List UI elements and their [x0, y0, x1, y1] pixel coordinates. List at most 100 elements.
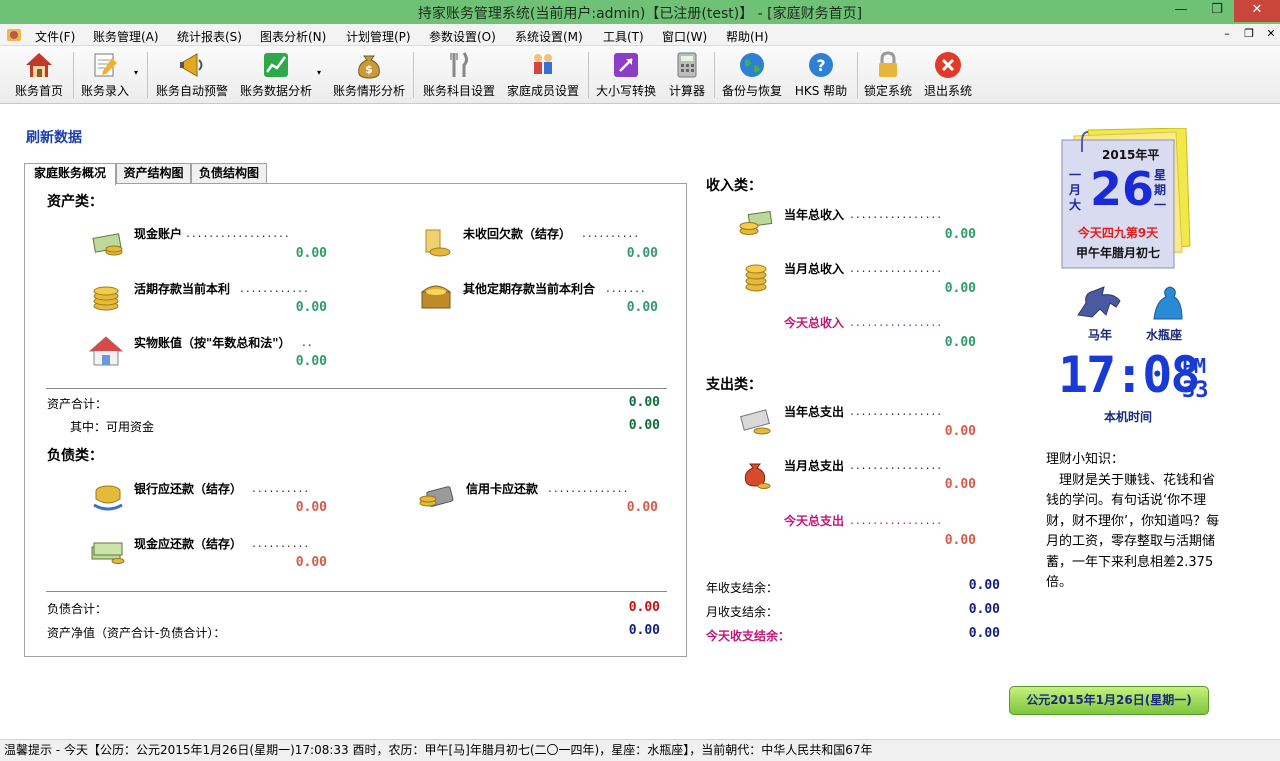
menu-window[interactable]: 窗口(W) [662, 28, 707, 45]
finance-tips: 理财小知识： 理财是关于赚钱、花钱和省钱的学问。有句话说‘你不理财，财不理你’，… [1046, 450, 1222, 594]
menu-file[interactable]: 文件(F) [35, 28, 75, 45]
leader-dots: ................ [850, 315, 944, 329]
toolbar: 账务首页 账务录入 ▾ 账务自动预警 账务数据分析 ▾ $ 账务情形分析 账务科… [0, 46, 1280, 104]
tips-title: 理财小知识： [1046, 452, 1125, 467]
leader-dots: .. [302, 335, 314, 349]
income-month-value: 0.00 [944, 281, 976, 296]
minimize-button[interactable]: — [1164, 0, 1198, 22]
notepad-pencil-icon [94, 53, 117, 77]
megaphone-icon [180, 53, 203, 77]
title-bar: 持家账务管理系统(当前用户:admin)【已注册(test)】 - [家庭财务首… [0, 0, 1280, 24]
menu-charts[interactable]: 图表分析(N) [260, 28, 326, 45]
house-property-icon [88, 336, 124, 366]
calendar-year: 2015年平 [1102, 148, 1160, 162]
date-button[interactable]: 公元2015年1月26日(星期一) [1009, 686, 1209, 715]
asset-physical-value: 0.00 [295, 354, 327, 369]
svg-text:$: $ [365, 63, 373, 76]
toolbar-family-button[interactable]: 家庭成员设置 [504, 48, 582, 102]
toolbar-data-analysis-button[interactable]: 账务数据分析 [236, 48, 316, 102]
calculator-icon [677, 52, 697, 78]
status-bar: 温馨提示 - 今天【公历：公元2015年1月26日(星期一)17:08:33 酉… [0, 739, 1280, 761]
banknotes-icon [91, 542, 125, 564]
liability-bank-value: 0.00 [295, 500, 327, 515]
entry-dropdown-arrow[interactable]: ▾ [134, 68, 142, 78]
assets-title: 资产类： [47, 194, 103, 210]
balance-month-value: 0.00 [968, 602, 1000, 617]
calendar-shujiu: 今天四九第9天 [1077, 226, 1159, 240]
restore-button[interactable]: ❐ [1200, 0, 1234, 22]
toolbar-entry-button[interactable]: 账务录入 [76, 48, 134, 102]
calendar-day: 26 [1090, 162, 1155, 216]
expense-today-label: 今天总支出 [784, 514, 845, 528]
refresh-data-link[interactable]: 刷新数据 [26, 127, 82, 147]
calendar-lunar: 甲午年腊月初七 [1075, 246, 1160, 260]
liabilities-total-value: 0.00 [628, 600, 660, 615]
toolbar-backup-button[interactable]: 备份与恢复 [719, 48, 785, 102]
toolbar-home-button[interactable]: 账务首页 [8, 48, 70, 102]
toolbar-subject-button[interactable]: 账务科目设置 [420, 48, 498, 102]
toolbar-convert-button[interactable]: 大小写转换 [593, 48, 659, 102]
assets-total-label: 资产合计： [47, 397, 108, 411]
asset-demand-deposit-value: 0.00 [295, 300, 327, 315]
analysis-dropdown-arrow[interactable]: ▾ [317, 68, 325, 78]
asset-demand-deposit-label: 活期存款当前本利 [134, 282, 231, 296]
leader-dots: ............ [240, 281, 310, 295]
balance-today-label: 今天收支结余： [706, 629, 791, 643]
coin-stack-icon [93, 286, 119, 311]
menu-tools[interactable]: 工具(T) [603, 28, 644, 45]
close-button[interactable]: ✕ [1234, 0, 1280, 22]
family-icon [534, 54, 552, 74]
leader-dots: ....... [606, 281, 647, 295]
zodiac-animal: 马年 [1088, 328, 1113, 342]
leader-dots: ................ [850, 404, 944, 418]
menu-help[interactable]: 帮助(H) [726, 28, 768, 45]
toolbar-help-button[interactable]: ? HKS 帮助 [790, 48, 852, 102]
money-spend-icon [740, 409, 771, 435]
menu-accounts[interactable]: 账务管理(A) [93, 28, 159, 45]
aquarius-icon [1153, 286, 1183, 320]
exit-icon [935, 52, 961, 78]
net-worth-label: 资产净值（资产合计-负债合计）： [47, 626, 226, 640]
calendar-month: 一月大 [1069, 168, 1082, 212]
toolbar-separator [73, 52, 74, 98]
asset-receivable-label: 未收回欠款（结存） [463, 227, 572, 241]
zodiac-panel: 马年 水瓶座 [1070, 285, 1220, 345]
mdi-close-button[interactable]: ✕ [1264, 27, 1278, 40]
leader-dots: ................ [850, 458, 944, 472]
menu-reports[interactable]: 统计报表(S) [177, 28, 242, 45]
income-month-label: 当月总收入 [784, 262, 845, 276]
toolbar-alert-button[interactable]: 账务自动预警 [152, 48, 232, 102]
chart-icon [264, 53, 288, 77]
app-icon[interactable] [6, 27, 22, 43]
net-worth-value: 0.00 [628, 623, 660, 638]
tab-asset-structure[interactable]: 资产结构图 [116, 163, 191, 184]
balance-year-label: 年收支结余： [706, 581, 779, 595]
mdi-restore-button[interactable]: ❐ [1242, 27, 1256, 40]
menu-plans[interactable]: 计划管理(P) [346, 28, 411, 45]
tab-overview[interactable]: 家庭账务概况 [24, 163, 116, 185]
divider [46, 591, 667, 592]
toolbar-lock-button[interactable]: 锁定系统 [860, 48, 916, 102]
credit-card-icon [419, 486, 454, 507]
leader-dots: .................. [186, 226, 291, 240]
digital-clock: 17:08 PM 33 本机时间 [1058, 348, 1218, 424]
mdi-minimize-button[interactable]: – [1220, 27, 1234, 40]
convert-icon [614, 53, 638, 77]
tab-liability-structure[interactable]: 负债结构图 [191, 163, 267, 184]
zodiac-constellation: 水瓶座 [1146, 328, 1183, 342]
leader-dots: .............. [548, 481, 630, 495]
cash-icon [92, 233, 123, 256]
menu-system[interactable]: 系统设置(M) [515, 28, 583, 45]
fork-knife-icon [450, 52, 468, 77]
menu-params[interactable]: 参数设置(O) [429, 28, 496, 45]
toolbar-exit-button[interactable]: 退出系统 [920, 48, 976, 102]
expense-today-value: 0.00 [944, 533, 976, 548]
income-year-value: 0.00 [944, 227, 976, 242]
red-pouch-icon [744, 463, 771, 489]
leader-dots: ................ [850, 513, 944, 527]
expense-month-label: 当月总支出 [784, 459, 845, 473]
income-today-label: 今天总收入 [784, 316, 845, 330]
toolbar-situation-button[interactable]: $ 账务情形分析 [330, 48, 408, 102]
toolbar-calculator-button[interactable]: 计算器 [664, 48, 710, 102]
desk-calendar: 2015年平 一月大 26 星期一 今天四九第9天 甲午年腊月初七 [1058, 127, 1192, 270]
